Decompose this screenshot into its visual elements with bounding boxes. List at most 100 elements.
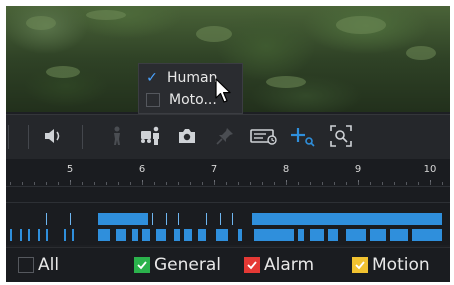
record-segment (412, 229, 442, 241)
snapshot-icon[interactable] (174, 123, 200, 149)
record-segment (370, 229, 386, 241)
timeline-minor-tick (190, 182, 191, 185)
legend-label: General (154, 255, 221, 275)
record-segment (298, 229, 304, 241)
timeline-minor-tick (274, 182, 275, 185)
legend-motion[interactable]: Motion (352, 255, 430, 275)
record-segment (238, 229, 242, 241)
record-segment (70, 213, 71, 225)
red-checkbox-icon (244, 257, 260, 273)
legend-alarm[interactable]: Alarm (244, 255, 314, 275)
record-segment (72, 229, 74, 241)
timeline-minor-tick (106, 182, 107, 185)
timeline-minor-tick (70, 182, 71, 185)
zoom-icon[interactable] (328, 123, 354, 149)
record-type-legend: All General Alarm Motion (6, 247, 450, 282)
timeline-minor-tick (394, 182, 395, 185)
timeline-minor-tick (442, 182, 443, 185)
timeline-minor-tick (250, 182, 251, 185)
toolbar-divider (82, 125, 83, 149)
human-filter-icon[interactable] (104, 123, 130, 149)
record-segment (20, 229, 22, 241)
toolbar-divider (8, 125, 9, 149)
record-segment (390, 229, 408, 241)
record-segment (328, 229, 338, 241)
timeline-minor-tick (22, 182, 23, 185)
playback-toolbar (6, 114, 450, 159)
playback-timeline[interactable]: 5 6 7 8 9 10 (6, 159, 450, 245)
record-segment (98, 213, 148, 225)
timeline-minor-tick (166, 182, 167, 185)
timeline-minor-tick (262, 182, 263, 185)
record-segment (156, 229, 166, 241)
timeline-minor-tick (310, 182, 311, 185)
record-segment (216, 229, 228, 241)
timeline-minor-tick (46, 182, 47, 185)
timeline-minor-tick (130, 182, 131, 185)
timeline-minor-tick (358, 182, 359, 185)
speaker-icon[interactable] (40, 123, 66, 149)
record-track-channel-2[interactable] (6, 229, 450, 241)
timeline-minor-tick (406, 182, 407, 185)
record-segment (310, 229, 324, 241)
timeline-minor-tick (238, 182, 239, 185)
timeline-tick-label: 5 (66, 164, 74, 175)
record-segment (38, 229, 40, 241)
timeline-minor-tick (286, 182, 287, 185)
record-segment (10, 229, 12, 241)
record-segment (178, 213, 179, 225)
green-checkbox-icon (134, 257, 150, 273)
legend-general[interactable]: General (134, 255, 221, 275)
timeline-tick-label: 9 (354, 164, 362, 175)
event-list-icon[interactable] (248, 123, 280, 149)
pin-icon[interactable] (212, 123, 238, 149)
timeline-minor-tick (82, 182, 83, 185)
timeline-divider (6, 202, 450, 203)
record-segment (132, 229, 138, 241)
timeline-minor-tick (370, 182, 371, 185)
timeline-minor-tick (202, 182, 203, 185)
record-segment (28, 229, 30, 241)
record-segment (166, 213, 167, 225)
record-track-channel-1[interactable] (6, 213, 450, 225)
timeline-minor-tick (118, 182, 119, 185)
timeline-minor-tick (154, 182, 155, 185)
timeline-minor-tick (34, 182, 35, 185)
record-segment (232, 213, 233, 225)
legend-all[interactable]: All (18, 255, 59, 275)
timeline-tick-label: 7 (210, 164, 218, 175)
timeline-minor-tick (142, 182, 143, 185)
timeline-minor-tick (94, 182, 95, 185)
record-segment (206, 213, 207, 225)
timeline-tick-label: 10 (423, 164, 437, 175)
timeline-minor-tick (418, 182, 419, 185)
record-segment (46, 213, 47, 225)
record-segment (198, 229, 206, 241)
legend-label: Motion (372, 255, 430, 275)
record-segment (98, 229, 110, 241)
timeline-minor-tick (382, 182, 383, 185)
record-segment (184, 229, 192, 241)
timeline-tick-label: 6 (138, 164, 146, 175)
record-segment (46, 229, 48, 241)
record-segment (142, 229, 150, 241)
record-segment (174, 229, 180, 241)
timeline-minor-tick (214, 182, 215, 185)
timeline-minor-tick (58, 182, 59, 185)
checkbox-icon (146, 93, 160, 107)
timeline-divider (6, 186, 450, 187)
mouse-cursor-icon (215, 78, 231, 103)
timeline-minor-tick (226, 182, 227, 185)
timeline-minor-tick (322, 182, 323, 185)
record-segment (152, 213, 153, 225)
smart-search-icon[interactable] (290, 123, 316, 149)
timeline-tick-label: 8 (282, 164, 290, 175)
menu-item-label: Moto... (169, 92, 217, 108)
yellow-checkbox-icon (352, 257, 368, 273)
legend-label: All (38, 255, 60, 275)
timeline-minor-tick (298, 182, 299, 185)
checkbox-icon (18, 257, 34, 273)
record-segment (254, 229, 294, 241)
person-vehicle-icon[interactable] (138, 123, 164, 149)
timeline-minor-tick (178, 182, 179, 185)
